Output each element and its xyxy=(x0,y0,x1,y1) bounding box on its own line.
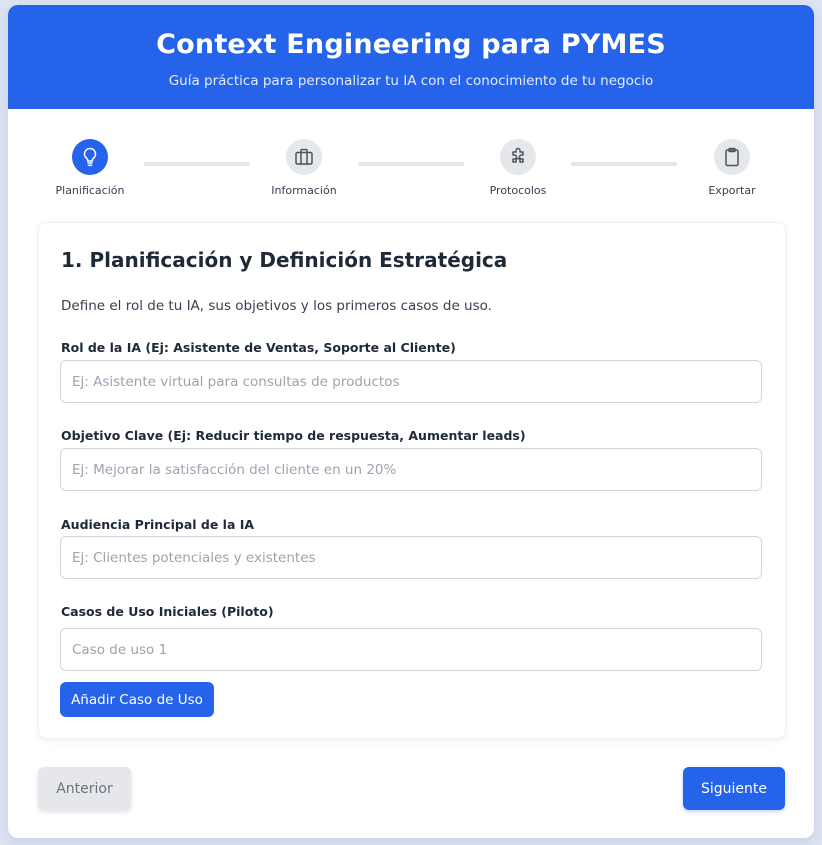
step-planificacion[interactable]: Planificación xyxy=(30,139,150,197)
step-connector xyxy=(358,162,464,166)
step-exportar[interactable]: Exportar xyxy=(672,139,792,197)
use-case-1-input[interactable] xyxy=(60,628,762,671)
step-protocolos[interactable]: Protocolos xyxy=(458,139,578,197)
use-cases-label: Casos de Uso Iniciales (Piloto) xyxy=(61,604,274,619)
role-input[interactable] xyxy=(60,360,762,403)
form-card: 1. Planificación y Definición Estratégic… xyxy=(38,222,786,739)
header: Context Engineering para PYMES Guía prác… xyxy=(8,5,814,109)
step-informacion[interactable]: Información xyxy=(244,139,364,197)
section-title: 1. Planificación y Definición Estratégic… xyxy=(61,248,508,272)
step-label: Exportar xyxy=(708,184,756,197)
objective-label: Objetivo Clave (Ej: Reducir tiempo de re… xyxy=(61,428,526,443)
audience-input[interactable] xyxy=(60,536,762,579)
page-subtitle: Guía práctica para personalizar tu IA co… xyxy=(168,73,654,89)
step-label: Protocolos xyxy=(489,184,547,197)
lightbulb-icon xyxy=(72,139,108,175)
app-window: Context Engineering para PYMES Guía prác… xyxy=(8,5,814,838)
next-button[interactable]: Siguiente xyxy=(683,767,785,810)
add-use-case-button[interactable]: Añadir Caso de Uso xyxy=(60,682,214,717)
step-connector xyxy=(571,162,677,166)
briefcase-icon xyxy=(286,139,322,175)
page-title: Context Engineering para PYMES xyxy=(156,29,666,60)
step-connector xyxy=(144,162,250,166)
step-label: Planificación xyxy=(55,184,125,197)
puzzle-icon xyxy=(500,139,536,175)
audience-label: Audiencia Principal de la IA xyxy=(61,517,255,532)
clipboard-icon xyxy=(714,139,750,175)
stepper: Planificación Información Protocolos Exp… xyxy=(8,109,814,219)
role-label: Rol de la IA (Ej: Asistente de Ventas, S… xyxy=(61,340,456,355)
objective-input[interactable] xyxy=(60,448,762,491)
section-description: Define el rol de tu IA, sus objetivos y … xyxy=(61,298,492,314)
step-label: Información xyxy=(271,184,337,197)
previous-button[interactable]: Anterior xyxy=(38,767,131,810)
